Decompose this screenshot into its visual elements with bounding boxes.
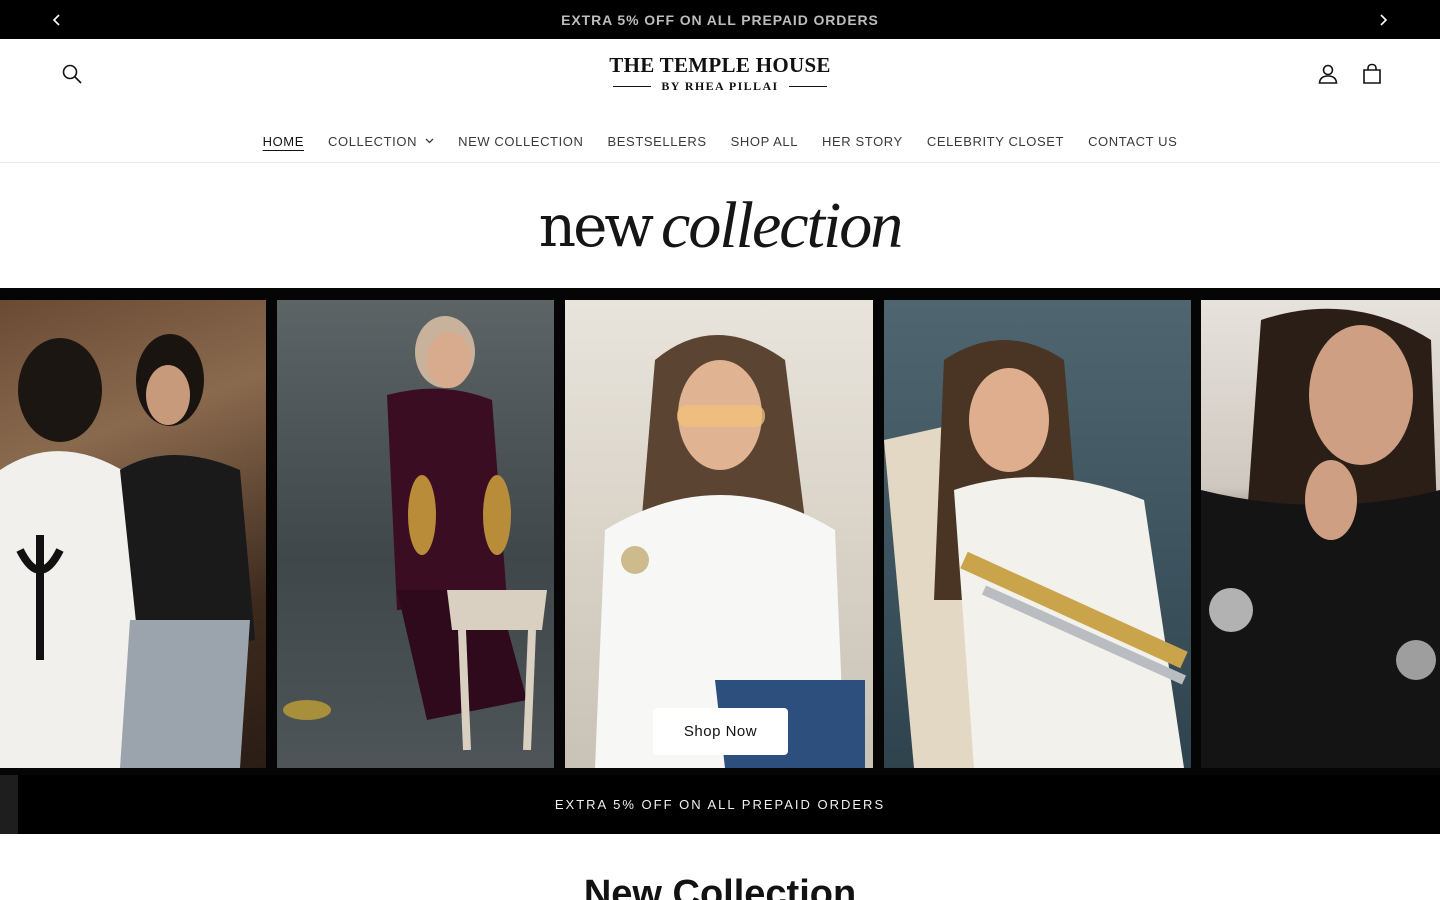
cart-icon — [1363, 63, 1381, 84]
nav-item-label: SHOP ALL — [730, 133, 799, 149]
hero-photo-2 — [277, 300, 554, 768]
section-heading: New Collection — [583, 873, 857, 900]
shop-now-button[interactable]: Shop Now — [653, 708, 788, 755]
site-header: THE TEMPLE HOUSE BY RHEA PILLAI HOME COL… — [0, 39, 1440, 163]
nav-item-new-collection[interactable]: NEW COLLECTION — [446, 134, 595, 149]
nav-item-shop-all[interactable]: SHOP ALL — [719, 134, 810, 149]
hero-banner[interactable] — [0, 288, 1440, 775]
announcement-strip: EXTRA 5% OFF ON ALL PREPAID ORDERS — [0, 775, 1440, 834]
nav-item-label: CONTACT US — [1088, 133, 1178, 149]
hero-photo-3 — [565, 300, 873, 768]
logo-rule-left — [613, 85, 652, 88]
chevron-left-icon — [52, 13, 60, 26]
nav-item-bestsellers[interactable]: BESTSELLERS — [596, 134, 719, 149]
logo-rule-right — [788, 85, 827, 88]
account-button[interactable] — [1308, 54, 1348, 94]
nav-item-label: CELEBRITY CLOSET — [926, 133, 1065, 149]
hero-photo-1 — [0, 300, 266, 768]
nav-item-label: BESTSELLERS — [607, 133, 707, 149]
nav-item-label: NEW COLLECTION — [458, 133, 584, 149]
strip-edge — [0, 775, 18, 834]
announcement-message: EXTRA 5% OFF ON ALL PREPAID ORDERS — [561, 11, 879, 28]
chevron-right-icon — [1380, 13, 1388, 26]
nav-item-contact-us[interactable]: CONTACT US — [1076, 134, 1189, 149]
nav-item-collection[interactable]: COLLECTION — [316, 134, 446, 149]
logo-title: THE TEMPLE HOUSE — [609, 53, 831, 77]
main-nav: HOME COLLECTION NEW COLLECTION BESTSELLE… — [0, 129, 1440, 153]
search-icon — [62, 64, 82, 84]
chevron-down-icon — [425, 138, 434, 144]
strip-message: EXTRA 5% OFF ON ALL PREPAID ORDERS — [554, 797, 886, 812]
announcement-prev-button[interactable] — [37, 0, 77, 39]
account-icon — [1318, 64, 1338, 84]
hero-title-word-new: new — [538, 191, 654, 260]
search-button[interactable] — [52, 54, 92, 94]
hero-photo-5 — [1201, 300, 1440, 768]
site-logo[interactable]: THE TEMPLE HOUSE BY RHEA PILLAI — [600, 53, 840, 97]
nav-item-her-story[interactable]: HER STORY — [810, 134, 915, 149]
nav-item-celebrity-closet[interactable]: CELEBRITY CLOSET — [915, 134, 1076, 149]
announcement-next-button[interactable] — [1363, 0, 1403, 39]
cart-button[interactable] — [1352, 54, 1392, 94]
hero-title: new collection — [0, 163, 1440, 288]
nav-item-label: HOME — [262, 133, 305, 149]
hero-photo-4 — [884, 300, 1191, 768]
nav-item-label: HER STORY — [822, 133, 903, 149]
announcement-bar: EXTRA 5% OFF ON ALL PREPAID ORDERS — [0, 0, 1440, 39]
nav-item-home[interactable]: HOME — [251, 134, 316, 149]
hero-title-word-collection: collection — [661, 188, 903, 262]
logo-subtitle: BY RHEA PILLAI — [661, 79, 779, 93]
nav-item-label: COLLECTION — [328, 133, 418, 149]
